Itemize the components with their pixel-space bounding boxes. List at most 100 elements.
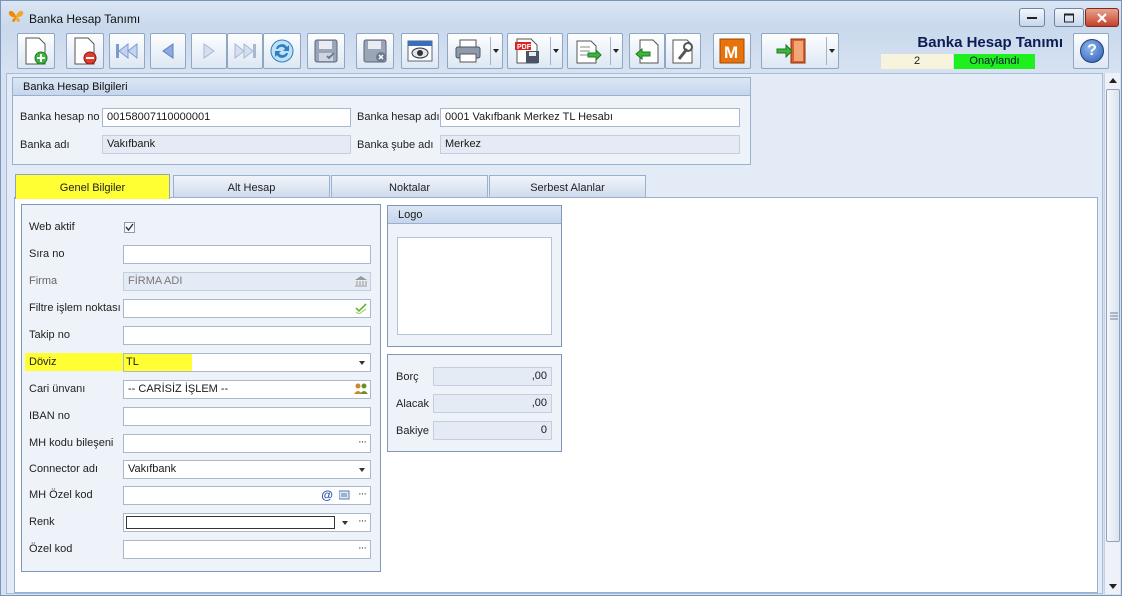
last-record-button[interactable] bbox=[227, 33, 263, 69]
save-close-icon bbox=[363, 39, 387, 63]
grip-icon bbox=[1110, 312, 1118, 320]
sira-no-field[interactable] bbox=[123, 245, 371, 264]
delete-button[interactable] bbox=[66, 33, 104, 69]
renk-label: Renk bbox=[29, 516, 55, 528]
cari-label: Cari ünvanı bbox=[29, 383, 86, 395]
exit-button[interactable] bbox=[761, 33, 839, 69]
bank-name-label: Banka adı bbox=[20, 139, 70, 151]
next-record-icon bbox=[203, 43, 215, 59]
next-record-button[interactable] bbox=[191, 33, 227, 69]
close-button[interactable] bbox=[1085, 8, 1119, 27]
import-button[interactable] bbox=[629, 33, 665, 69]
mh-ozel-field[interactable]: @ ··· bbox=[123, 486, 371, 505]
tab-serbest-alanlar[interactable]: Serbest Alanlar bbox=[489, 175, 646, 197]
logo-group: Logo bbox=[387, 205, 562, 347]
last-record-icon bbox=[234, 42, 256, 60]
svg-text:PDF: PDF bbox=[517, 44, 532, 51]
m-icon: M bbox=[719, 38, 745, 64]
renk-field[interactable]: ··· bbox=[123, 513, 371, 532]
refresh-button[interactable] bbox=[263, 33, 301, 69]
check-filter-icon[interactable] bbox=[355, 303, 367, 314]
first-record-icon bbox=[116, 42, 138, 60]
preview-button[interactable] bbox=[401, 33, 439, 69]
account-name-field[interactable]: 0001 Vakıfbank Merkez TL Hesabı bbox=[440, 108, 740, 127]
color-swatch[interactable] bbox=[126, 516, 335, 529]
web-active-checkbox[interactable] bbox=[124, 222, 135, 233]
chevron-down-icon[interactable] bbox=[342, 521, 348, 525]
group-caption: Banka Hesap Bilgileri bbox=[13, 78, 750, 96]
scrollbar-thumb[interactable] bbox=[1106, 89, 1120, 542]
window-title: Banka Hesap Tanımı bbox=[29, 12, 141, 26]
tab-alt-hesap[interactable]: Alt Hesap bbox=[173, 175, 330, 197]
mh-kodu-label: MH kodu bileşeni bbox=[29, 437, 114, 449]
new-button[interactable] bbox=[17, 33, 55, 69]
takip-field[interactable] bbox=[123, 326, 371, 345]
doviz-select[interactable]: TL bbox=[123, 353, 371, 372]
save-button[interactable] bbox=[307, 33, 345, 69]
refresh-icon bbox=[270, 39, 294, 63]
help-icon: ? bbox=[1080, 39, 1104, 63]
connector-select[interactable]: Vakıfbank bbox=[123, 460, 371, 479]
page-title: Banka Hesap Tanımı bbox=[917, 34, 1063, 51]
maximize-icon bbox=[1064, 13, 1074, 22]
chevron-down-icon bbox=[553, 49, 559, 53]
chevron-down-icon bbox=[493, 49, 499, 53]
export-button[interactable] bbox=[567, 33, 623, 69]
ozel-field[interactable]: ··· bbox=[123, 540, 371, 559]
record-number: 2 bbox=[881, 54, 953, 69]
pdf-export-button[interactable]: PDF bbox=[507, 33, 563, 69]
tab-genel-bilgiler[interactable]: Genel Bilgiler bbox=[15, 174, 170, 199]
connector-label: Connector adı bbox=[29, 463, 99, 475]
borc-label: Borç bbox=[396, 371, 419, 383]
ellipsis-button[interactable]: ··· bbox=[358, 436, 367, 448]
ellipsis-button[interactable]: ··· bbox=[358, 488, 367, 500]
new-document-icon bbox=[25, 37, 48, 65]
settings-button[interactable] bbox=[665, 33, 701, 69]
chevron-down-icon bbox=[613, 49, 619, 53]
m-button[interactable]: M bbox=[713, 33, 751, 69]
alacak-label: Alacak bbox=[396, 398, 430, 410]
previous-record-icon bbox=[162, 43, 174, 59]
ellipsis-button[interactable]: ··· bbox=[358, 515, 367, 527]
logo-image-box[interactable] bbox=[397, 237, 552, 335]
delete-document-icon bbox=[74, 37, 97, 65]
connector-value: Vakıfbank bbox=[128, 463, 177, 475]
sira-no-label: Sıra no bbox=[29, 248, 65, 260]
minimize-button[interactable] bbox=[1019, 8, 1045, 27]
list-icon[interactable] bbox=[339, 490, 351, 501]
firma-field: FİRMA ADI bbox=[123, 272, 371, 291]
chevron-down-icon bbox=[359, 361, 365, 365]
firma-value: FİRMA ADI bbox=[128, 275, 183, 287]
cari-field[interactable]: -- CARİSİZ İŞLEM -- bbox=[123, 380, 371, 399]
cari-value: -- CARİSİZ İŞLEM -- bbox=[128, 383, 229, 395]
print-button[interactable] bbox=[447, 33, 503, 69]
users-icon[interactable] bbox=[354, 383, 368, 395]
settings-icon bbox=[672, 39, 693, 64]
filtre-field[interactable] bbox=[123, 299, 371, 318]
tab-noktalar[interactable]: Noktalar bbox=[331, 175, 488, 197]
export-icon bbox=[576, 40, 602, 64]
status-badge: Onaylandı bbox=[954, 54, 1035, 69]
account-no-field[interactable]: 00158007110000001 bbox=[102, 108, 351, 127]
filtre-label: Filtre işlem noktası bbox=[29, 302, 121, 314]
borc-value: ,00 bbox=[433, 367, 552, 386]
mh-kodu-field[interactable]: ··· bbox=[123, 434, 371, 453]
vertical-scrollbar[interactable] bbox=[1104, 73, 1120, 594]
preview-icon bbox=[407, 40, 433, 62]
ellipsis-button[interactable]: ··· bbox=[358, 542, 367, 554]
scroll-up-icon[interactable] bbox=[1105, 73, 1121, 89]
account-name-label: Banka hesap adı bbox=[357, 111, 440, 123]
first-record-button[interactable] bbox=[109, 33, 145, 69]
branch-label: Banka şube adı bbox=[357, 139, 434, 151]
title-bar: Banka Hesap Tanımı bbox=[1, 1, 1121, 31]
previous-record-button[interactable] bbox=[150, 33, 186, 69]
save-icon bbox=[314, 39, 338, 63]
help-button[interactable]: ? bbox=[1073, 33, 1109, 69]
ozel-label: Özel kod bbox=[29, 543, 73, 555]
iban-field[interactable] bbox=[123, 407, 371, 426]
maximize-button[interactable] bbox=[1054, 8, 1084, 27]
close-icon bbox=[1097, 12, 1107, 23]
at-sign-icon[interactable]: @ bbox=[321, 488, 333, 502]
save-close-button[interactable] bbox=[356, 33, 394, 69]
scroll-down-icon[interactable] bbox=[1105, 578, 1121, 594]
